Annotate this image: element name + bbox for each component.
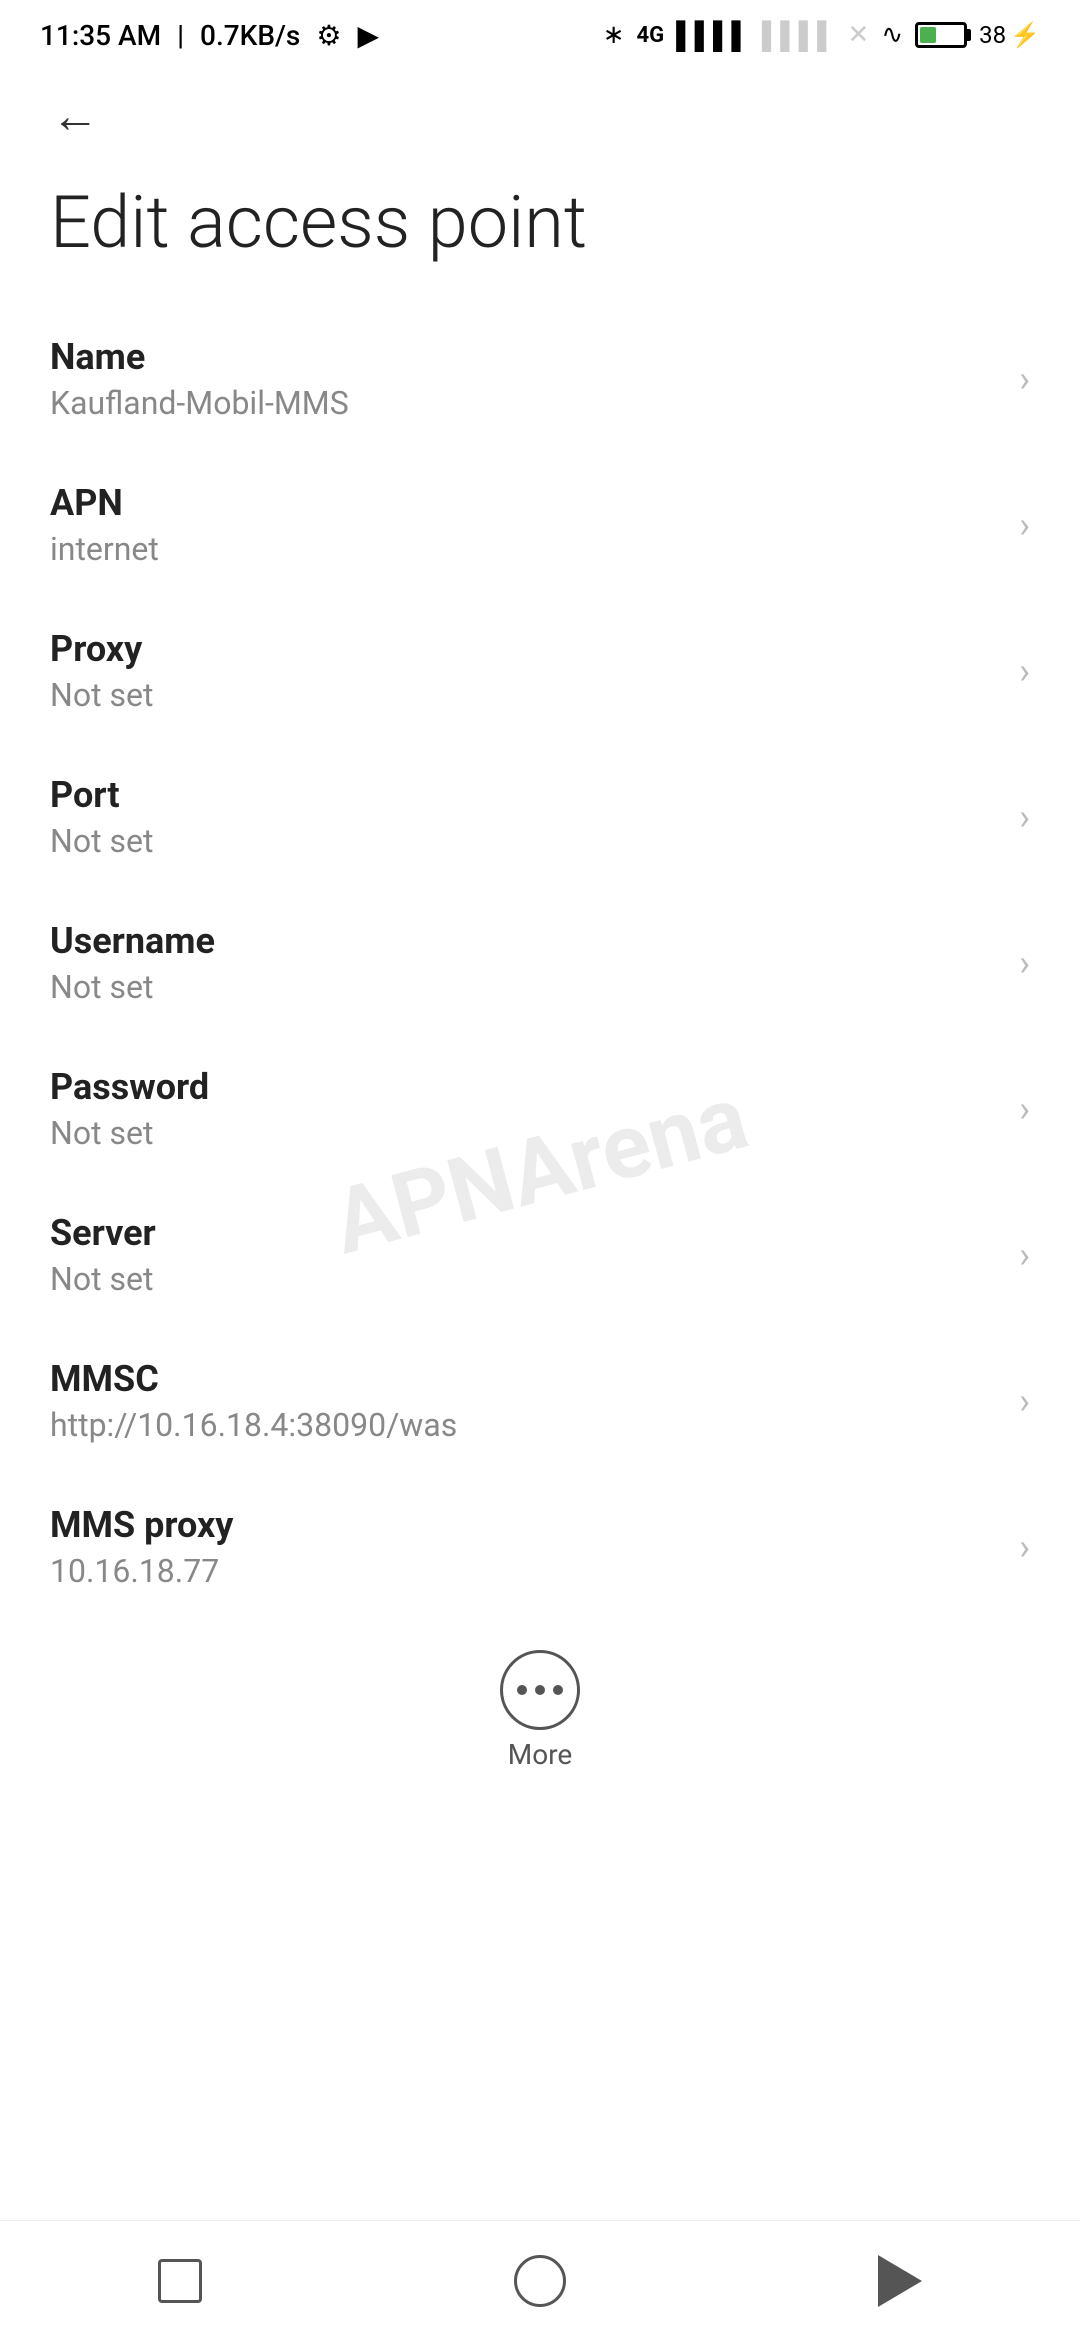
settings-item-password-value: Not set bbox=[50, 1114, 999, 1152]
signal-4g-icon: 4G bbox=[637, 23, 665, 48]
settings-item-server-label: Server bbox=[50, 1212, 999, 1254]
wifi-icon: ∿ bbox=[881, 20, 903, 50]
battery-fill bbox=[920, 27, 936, 43]
settings-item-server-content: Server Not set bbox=[50, 1212, 999, 1298]
video-icon: ▶ bbox=[357, 19, 379, 52]
settings-item-username-content: Username Not set bbox=[50, 920, 999, 1006]
charging-icon: ⚡ bbox=[1010, 21, 1040, 49]
settings-item-proxy-value: Not set bbox=[50, 676, 999, 714]
nav-back-button[interactable] bbox=[850, 2241, 950, 2321]
settings-item-port-label: Port bbox=[50, 774, 999, 816]
chevron-icon-port: › bbox=[1019, 796, 1030, 838]
settings-item-port-content: Port Not set bbox=[50, 774, 999, 860]
back-arrow-icon: ← bbox=[51, 87, 99, 144]
settings-item-apn-content: APN internet bbox=[50, 482, 999, 568]
settings-item-name[interactable]: Name Kaufland-Mobil-MMS › bbox=[0, 306, 1080, 452]
settings-item-server[interactable]: Server Not set › bbox=[0, 1182, 1080, 1328]
chevron-icon-name: › bbox=[1019, 358, 1030, 400]
status-speed: 0.7KB/s bbox=[200, 19, 300, 52]
settings-item-mmsc[interactable]: MMSC http://10.16.18.4:38090/was › bbox=[0, 1328, 1080, 1474]
settings-icon: ⚙ bbox=[316, 19, 341, 52]
battery-box bbox=[915, 22, 967, 48]
settings-item-mmsc-content: MMSC http://10.16.18.4:38090/was bbox=[50, 1358, 999, 1444]
toolbar: ← bbox=[0, 70, 1080, 160]
status-time-speed: 11:35 AM | 0.7KB/s ⚙ ▶ bbox=[40, 19, 379, 52]
chevron-icon-password: › bbox=[1019, 1088, 1030, 1130]
settings-item-apn[interactable]: APN internet › bbox=[0, 452, 1080, 598]
settings-item-name-label: Name bbox=[50, 336, 999, 378]
signal-bars-icon: ▌▌▌▌ bbox=[676, 20, 750, 51]
more-button[interactable] bbox=[500, 1650, 580, 1730]
nav-bar bbox=[0, 2220, 1080, 2340]
settings-item-mmsc-value: http://10.16.18.4:38090/was bbox=[50, 1406, 999, 1444]
bluetooth-icon: ∗ bbox=[603, 20, 625, 50]
settings-item-password-label: Password bbox=[50, 1066, 999, 1108]
settings-item-mmsc-label: MMSC bbox=[50, 1358, 999, 1400]
status-bar: 11:35 AM | 0.7KB/s ⚙ ▶ ∗ 4G ▌▌▌▌ ▌▌▌▌ ✕ … bbox=[0, 0, 1080, 70]
more-label: More bbox=[508, 1738, 573, 1771]
settings-item-username-label: Username bbox=[50, 920, 999, 962]
back-button[interactable]: ← bbox=[40, 80, 110, 150]
settings-item-apn-label: APN bbox=[50, 482, 999, 524]
status-separator: | bbox=[177, 19, 184, 52]
status-time: 11:35 AM bbox=[40, 19, 161, 52]
settings-item-apn-value: internet bbox=[50, 530, 999, 568]
settings-list: Name Kaufland-Mobil-MMS › APN internet ›… bbox=[0, 306, 1080, 1620]
settings-item-username-value: Not set bbox=[50, 968, 999, 1006]
more-dot-2 bbox=[535, 1685, 545, 1695]
settings-item-port[interactable]: Port Not set › bbox=[0, 744, 1080, 890]
settings-item-mms-proxy-value: 10.16.18.77 bbox=[50, 1552, 999, 1590]
more-dot-1 bbox=[517, 1685, 527, 1695]
battery-level: 38 bbox=[979, 21, 1006, 49]
settings-item-port-value: Not set bbox=[50, 822, 999, 860]
settings-item-password-content: Password Not set bbox=[50, 1066, 999, 1152]
chevron-icon-server: › bbox=[1019, 1234, 1030, 1276]
nav-home-button[interactable] bbox=[490, 2241, 590, 2321]
settings-item-name-value: Kaufland-Mobil-MMS bbox=[50, 384, 999, 422]
settings-item-mms-proxy-label: MMS proxy bbox=[50, 1504, 999, 1546]
chevron-icon-mmsc: › bbox=[1019, 1380, 1030, 1422]
signal-bars2-icon: ▌▌▌▌ bbox=[762, 20, 836, 51]
settings-item-mms-proxy[interactable]: MMS proxy 10.16.18.77 › bbox=[0, 1474, 1080, 1620]
more-dots-icon bbox=[517, 1685, 563, 1695]
status-icons: ∗ 4G ▌▌▌▌ ▌▌▌▌ ✕ ∿ 38 ⚡ bbox=[603, 20, 1040, 51]
nav-recents-button[interactable] bbox=[130, 2241, 230, 2321]
more-dot-3 bbox=[553, 1685, 563, 1695]
settings-item-proxy-content: Proxy Not set bbox=[50, 628, 999, 714]
chevron-icon-username: › bbox=[1019, 942, 1030, 984]
chevron-icon-proxy: › bbox=[1019, 650, 1030, 692]
no-signal-icon: ✕ bbox=[848, 20, 870, 50]
battery-indicator: 38 ⚡ bbox=[915, 21, 1040, 49]
settings-item-proxy[interactable]: Proxy Not set › bbox=[0, 598, 1080, 744]
nav-circle-icon bbox=[514, 2255, 566, 2307]
nav-square-icon bbox=[158, 2259, 202, 2303]
settings-item-server-value: Not set bbox=[50, 1260, 999, 1298]
chevron-icon-mms-proxy: › bbox=[1019, 1526, 1030, 1568]
chevron-icon-apn: › bbox=[1019, 504, 1030, 546]
more-section[interactable]: More bbox=[0, 1620, 1080, 1791]
settings-item-mms-proxy-content: MMS proxy 10.16.18.77 bbox=[50, 1504, 999, 1590]
settings-item-proxy-label: Proxy bbox=[50, 628, 999, 670]
content-scroll[interactable]: Edit access point Name Kaufland-Mobil-MM… bbox=[0, 160, 1080, 2220]
nav-triangle-icon bbox=[878, 2255, 922, 2307]
settings-item-username[interactable]: Username Not set › bbox=[0, 890, 1080, 1036]
settings-item-name-content: Name Kaufland-Mobil-MMS bbox=[50, 336, 999, 422]
page-title: Edit access point bbox=[0, 160, 1080, 306]
settings-item-password[interactable]: Password Not set › bbox=[0, 1036, 1080, 1182]
